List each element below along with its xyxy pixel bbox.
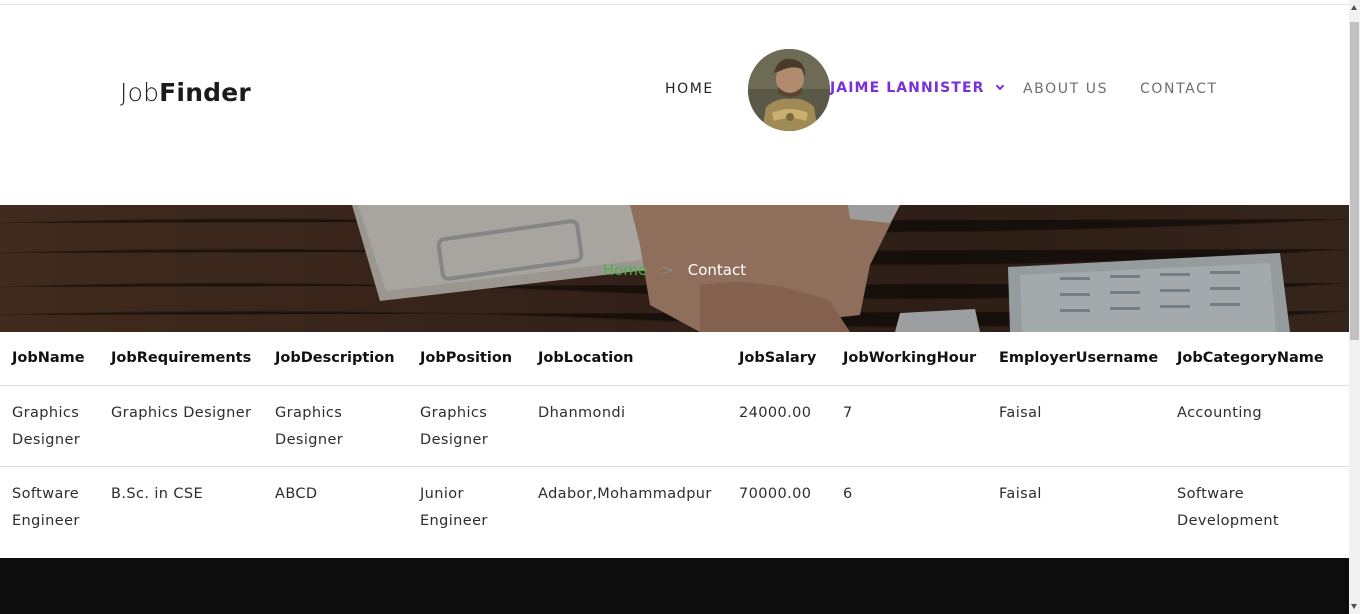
cell-jobdescription: ABCD [275, 485, 318, 502]
page-hero-banner: Home > Contact [0, 205, 1349, 332]
cell-jobname: Software Engineer [12, 485, 80, 529]
logo-part-job: Job [120, 78, 160, 107]
site-logo[interactable]: JobFinder [120, 78, 251, 107]
table-header-row: JobName JobRequirements JobDescription J… [0, 332, 1349, 386]
column-header-jobrequirements: JobRequirements [99, 332, 263, 386]
cell-jobrequirements: Graphics Designer [99, 385, 263, 467]
column-header-jobworkinghour: JobWorkingHour [831, 332, 987, 386]
scroll-up-arrow-icon[interactable] [1351, 5, 1357, 10]
vertical-scrollbar[interactable] [1349, 0, 1360, 614]
breadcrumb-current: Contact [687, 261, 747, 279]
user-avatar[interactable] [748, 49, 830, 131]
jobs-table: JobName JobRequirements JobDescription J… [0, 332, 1349, 547]
breadcrumb-separator: > [661, 261, 674, 279]
breadcrumb: Home > Contact [0, 261, 1349, 279]
cell-jobsalary: 24000.00 [727, 385, 831, 467]
user-name: JAIME LANNISTER [830, 80, 985, 96]
nav-about-link[interactable]: ABOUT US [1023, 81, 1108, 97]
cell-joblocation: Adabor,Mohammadpur [538, 485, 712, 502]
scrollbar-thumb[interactable] [1350, 22, 1359, 340]
jobs-table-container: JobName JobRequirements JobDescription J… [0, 332, 1349, 547]
cell-jobworkinghour: 7 [831, 385, 987, 467]
table-row: Software Engineer B.Sc. in CSE ABCD Juni… [0, 466, 1349, 547]
cell-employerusername: Faisal [999, 485, 1042, 502]
column-header-jobcategoryname: JobCategoryName [1165, 332, 1349, 386]
cell-jobworkinghour: 6 [843, 485, 853, 502]
site-header: JobFinder HOME JAIME LANNISTER ABOUT US … [0, 5, 1349, 205]
chevron-down-icon [995, 81, 1004, 91]
cell-jobposition: Graphics Designer [408, 385, 526, 467]
column-header-jobsalary: JobSalary [727, 332, 831, 386]
cell-jobrequirements: B.Sc. in CSE [111, 485, 204, 502]
site-footer [0, 558, 1349, 614]
cell-jobcategoryname: Accounting [1165, 385, 1349, 467]
nav-contact-link[interactable]: CONTACT [1140, 81, 1218, 97]
nav-home-link[interactable]: HOME [665, 81, 714, 97]
logo-part-finder: Finder [159, 78, 251, 107]
cell-jobcategoryname: Software Development [1177, 485, 1280, 529]
scroll-down-arrow-icon[interactable] [1351, 604, 1357, 609]
cell-jobdescription: Graphics Designer [263, 385, 408, 467]
column-header-jobposition: JobPosition [408, 332, 526, 386]
breadcrumb-home-link[interactable]: Home [603, 261, 647, 279]
cell-jobsalary: 70000.00 [739, 485, 812, 502]
table-row: Graphics Designer Graphics Designer Grap… [0, 385, 1349, 467]
user-menu-toggle[interactable]: JAIME LANNISTER [830, 80, 1004, 96]
column-header-jobdescription: JobDescription [263, 332, 408, 386]
cell-employerusername: Faisal [987, 385, 1165, 467]
column-header-employerusername: EmployerUsername [987, 332, 1165, 386]
cell-jobposition: Junior Engineer [420, 485, 488, 529]
cell-joblocation: Dhanmondi [526, 385, 727, 467]
column-header-jobname: JobName [0, 332, 99, 386]
column-header-joblocation: JobLocation [526, 332, 727, 386]
cell-jobname: Graphics Designer [0, 385, 99, 467]
